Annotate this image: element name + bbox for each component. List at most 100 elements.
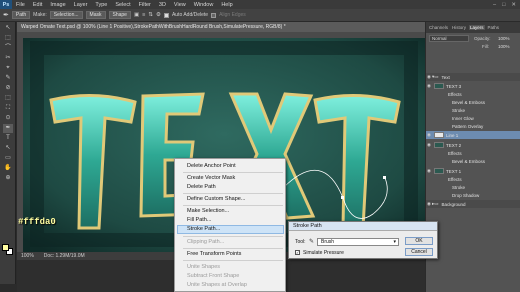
anchor-point[interactable] xyxy=(341,196,344,199)
crop-tool-icon[interactable]: ✂ xyxy=(3,54,13,63)
maximize-icon[interactable]: □ xyxy=(502,2,505,8)
path-ops-icon[interactable]: ▣ xyxy=(134,12,139,18)
menu-bar: Ps File Edit Image Layer Type Select Fil… xyxy=(0,0,520,9)
effects-row[interactable]: Effects xyxy=(426,175,520,183)
layer-group-background[interactable]: ◉ ▸▭ Background xyxy=(426,200,520,208)
menu-help[interactable]: Help xyxy=(217,2,236,8)
effect-row[interactable]: Drop Shadow xyxy=(426,191,520,199)
menu-layer[interactable]: Layer xyxy=(70,2,92,8)
layer-thumbnail xyxy=(434,142,444,148)
menu-define-custom-shape[interactable]: Define Custom Shape... xyxy=(187,196,245,202)
close-icon[interactable]: ✕ xyxy=(511,2,516,8)
effect-row[interactable]: Stroke xyxy=(426,106,520,114)
pen-tool-active-icon[interactable]: ✒ xyxy=(3,124,13,133)
menu-fill-path[interactable]: Fill Path... xyxy=(187,217,211,223)
opacity-value[interactable]: 100% xyxy=(498,36,510,41)
shape-button[interactable]: Shape xyxy=(108,11,131,19)
align-edges-checkbox[interactable] xyxy=(211,12,217,18)
effect-row[interactable]: Bevel & Emboss xyxy=(426,98,520,106)
effect-row[interactable]: Pattern Overlay xyxy=(426,122,520,130)
menu-unite-shapes-at-overlap[interactable]: Unite Shapes at Overlap xyxy=(187,282,247,288)
menu-unite-shapes[interactable]: Unite Shapes xyxy=(187,264,220,270)
menu-free-transform-points[interactable]: Free Transform Points xyxy=(187,251,241,257)
menu-delete-anchor-point[interactable]: Delete Anchor Point xyxy=(187,163,236,169)
simulate-pressure-checkbox[interactable]: ✓ xyxy=(295,250,300,255)
marquee-tool-icon[interactable]: ⬚ xyxy=(3,34,13,43)
tab-history[interactable]: History xyxy=(451,25,467,30)
menu-subtract-front-shape[interactable]: Subtract Front Shape xyxy=(187,273,239,279)
simulate-pressure-label: Simulate Pressure xyxy=(303,250,344,256)
menu-type[interactable]: Type xyxy=(91,2,111,8)
layer-row[interactable]: ◉ TEXT 1 xyxy=(426,167,520,175)
menu-image[interactable]: Image xyxy=(46,2,69,8)
tool-select[interactable]: Brush ▾ xyxy=(317,238,399,246)
move-tool-icon[interactable]: ↖ xyxy=(3,24,13,33)
cancel-button[interactable]: Cancel xyxy=(405,248,433,256)
zoom-tool-icon[interactable]: ⊕ xyxy=(3,174,13,183)
path-selection-tool-icon[interactable]: ↖ xyxy=(3,144,13,153)
minimize-icon[interactable]: – xyxy=(493,2,496,8)
menu-view[interactable]: View xyxy=(170,2,190,8)
menu-select[interactable]: Select xyxy=(111,2,134,8)
layer-row[interactable]: ◉ TEXT 3 xyxy=(426,82,520,90)
menu-window[interactable]: Window xyxy=(190,2,218,8)
tool-select-value: Brush xyxy=(321,239,335,245)
auto-add-delete-label: Auto Add/Delete xyxy=(171,12,209,18)
window-controls: – □ ✕ xyxy=(493,2,520,8)
eraser-tool-icon[interactable]: ⬚ xyxy=(3,94,13,103)
tab-layers[interactable]: Layers xyxy=(469,25,485,30)
layer-row-selected[interactable]: ◉ Line 1 xyxy=(426,131,520,139)
folder-icon: ▸▭ xyxy=(432,201,439,206)
fill-value[interactable]: 100% xyxy=(498,44,510,49)
visibility-eye-icon[interactable]: ◉ xyxy=(426,142,432,148)
effect-row[interactable]: Inner Glow xyxy=(426,114,520,122)
selection-button[interactable]: Selection... xyxy=(49,11,83,19)
type-tool-icon[interactable]: T xyxy=(3,134,13,143)
layer-name: TEXT 3 xyxy=(446,83,462,89)
blend-mode-select[interactable]: Normal xyxy=(429,35,469,42)
visibility-eye-icon[interactable]: ◉ xyxy=(426,132,432,138)
healing-tool-icon[interactable]: ⊘ xyxy=(3,84,13,93)
layer-row[interactable]: ◉ TEXT 2 xyxy=(426,141,520,149)
settings-gear-icon[interactable]: ⚙ xyxy=(156,12,161,18)
gradient-tool-icon[interactable]: ⛶ xyxy=(3,104,13,113)
effects-row[interactable]: Effects xyxy=(426,149,520,157)
dodge-tool-icon[interactable]: ⊙ xyxy=(3,114,13,123)
path-align-icon[interactable]: ≡ xyxy=(142,12,145,18)
effects-row[interactable]: Effects xyxy=(426,90,520,98)
tab-channels[interactable]: Channels xyxy=(428,25,449,30)
foreground-color-swatch[interactable] xyxy=(2,244,9,251)
shape-tool-icon[interactable]: ▭ xyxy=(3,154,13,163)
mask-button[interactable]: Mask xyxy=(85,11,106,19)
menu-edit[interactable]: Edit xyxy=(29,2,46,8)
pen-tool-icon[interactable]: ✒ xyxy=(3,11,9,19)
lasso-tool-icon[interactable]: ⌒ xyxy=(3,44,13,53)
menu-stroke-path[interactable]: Stroke Path... xyxy=(187,226,220,232)
visibility-eye-icon[interactable]: ◉ xyxy=(426,168,432,174)
eyedropper-tool-icon[interactable]: ⌖ xyxy=(3,64,13,73)
doc-info[interactable]: Doc: 1.29M/19.0M xyxy=(44,253,85,259)
layer-group-text[interactable]: ◉ ▾▭ Text xyxy=(426,73,520,81)
menu-create-vector-mask[interactable]: Create Vector Mask xyxy=(187,175,235,181)
menu-make-selection[interactable]: Make Selection... xyxy=(187,208,229,214)
hand-tool-icon[interactable]: ✋ xyxy=(3,164,13,173)
effect-row[interactable]: Bevel & Emboss xyxy=(426,157,520,165)
menu-3d[interactable]: 3D xyxy=(155,2,170,8)
effect-row[interactable]: Stroke xyxy=(426,183,520,191)
visibility-eye-icon[interactable]: ◉ xyxy=(426,83,432,89)
tab-paths[interactable]: Paths xyxy=(487,25,501,30)
tools-panel: ↖ ⬚ ⌒ ✂ ⌖ ✎ ⊘ ⬚ ⛶ ⊙ ✒ T ↖ ▭ ✋ ⊕ xyxy=(0,22,16,284)
ok-button[interactable]: OK xyxy=(405,237,433,245)
mode-select[interactable]: Path xyxy=(11,11,31,19)
anchor-point[interactable] xyxy=(383,176,386,179)
menu-file[interactable]: File xyxy=(12,2,29,8)
document-tab[interactable]: Warped Ornate Text.psd @ 100% (Line 1 Po… xyxy=(17,22,425,32)
path-arrange-icon[interactable]: ⇅ xyxy=(148,12,153,18)
menu-clipping-path[interactable]: Clipping Path... xyxy=(187,239,224,245)
brush-tool-icon[interactable]: ✎ xyxy=(3,74,13,83)
zoom-level[interactable]: 100% xyxy=(21,253,34,259)
menu-delete-path[interactable]: Delete Path xyxy=(187,184,216,190)
auto-add-delete-checkbox[interactable] xyxy=(163,12,169,18)
menu-separator xyxy=(183,193,283,194)
menu-filter[interactable]: Filter xyxy=(135,2,155,8)
